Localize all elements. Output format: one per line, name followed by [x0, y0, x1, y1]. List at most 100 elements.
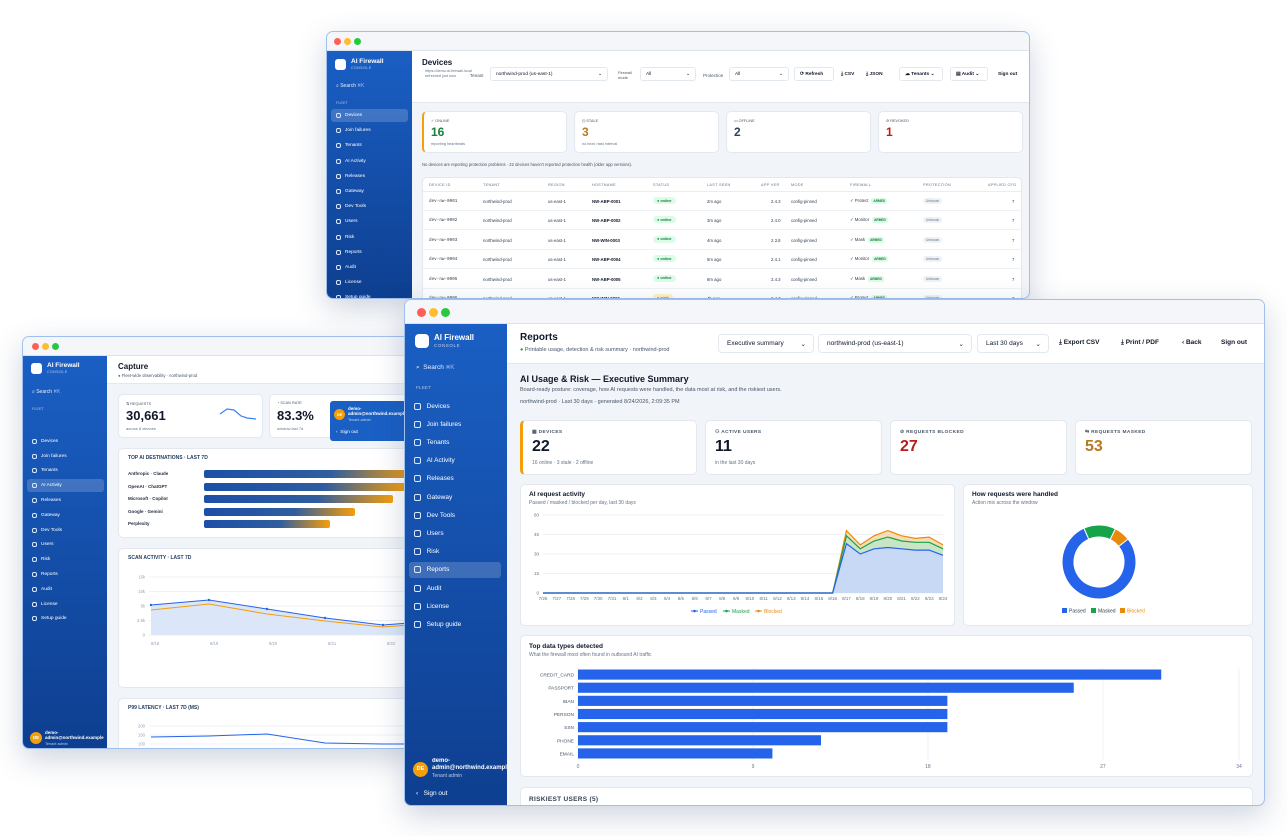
sidebar-item-join-failures[interactable]: Join failures: [27, 450, 104, 463]
sidebar-item-gateway[interactable]: Gateway: [331, 185, 408, 198]
sidebar-item-setup-guide[interactable]: Setup guide: [409, 616, 501, 632]
column-header[interactable]: DEVICE ID: [429, 183, 451, 187]
sidebar-item-reports[interactable]: Reports: [27, 568, 104, 581]
sidebar-item-risk[interactable]: Risk: [331, 231, 408, 244]
column-header[interactable]: FIREWALL: [850, 183, 871, 187]
search-button[interactable]: ⌕ Search ⌘K: [32, 389, 60, 395]
minimize-dot[interactable]: [42, 343, 49, 350]
close-dot[interactable]: [334, 38, 341, 45]
bar-ssn: [578, 722, 948, 733]
signout-link[interactable]: ‹ Sign out: [416, 790, 447, 797]
tenant-select[interactable]: northwind-prod (us-east-1) ⌄: [818, 334, 972, 353]
mode-select[interactable]: All ⌄: [640, 67, 696, 81]
table-cell: 7: [1012, 276, 1015, 282]
sidebar-item-dev-tools[interactable]: Dev Tools: [409, 507, 501, 523]
signout-button[interactable]: Sign out: [998, 72, 1017, 77]
sidebar-item-devices[interactable]: Devices: [331, 109, 408, 123]
sidebar-item-join-failures[interactable]: Join failures: [331, 124, 408, 137]
sidebar-item-license[interactable]: License: [27, 598, 104, 611]
csv-button[interactable]: ⤓ CSV: [839, 67, 861, 81]
column-header[interactable]: PROTECTION: [923, 183, 951, 187]
sidebar-item-gateway[interactable]: Gateway: [409, 489, 501, 505]
sidebar-item-devices[interactable]: Devices: [27, 435, 104, 448]
sidebar-item-ai-activity[interactable]: AI Activity: [331, 155, 408, 168]
audit-icon: [336, 265, 341, 271]
x-tick-label: 8/23: [925, 596, 934, 601]
table-row[interactable]: dev-nw-0001 northwind-prod us-east-1 NW-ABP…: [423, 192, 1021, 211]
sidebar-item-tenants[interactable]: Tenants: [27, 465, 104, 478]
handled-title: How requests were handled: [972, 491, 1058, 498]
sidebar-item-tenants[interactable]: Tenants: [409, 434, 501, 450]
sidebar-item-join-failures[interactable]: Join failures: [409, 416, 501, 432]
column-header[interactable]: APP VER: [761, 183, 780, 187]
sidebar-item-dev-tools[interactable]: Dev Tools: [331, 200, 408, 213]
maximize-dot[interactable]: [441, 308, 450, 317]
sidebar-item-users[interactable]: Users: [27, 539, 104, 552]
sidebar-item-audit[interactable]: Audit: [331, 261, 408, 274]
sidebar-item-releases[interactable]: Releases: [27, 494, 104, 507]
capture-header: Capture ● Fleet-wide observability · nor…: [107, 356, 414, 384]
sidebar-item-gateway[interactable]: Gateway: [27, 509, 104, 522]
sidebar-item-releases[interactable]: Releases: [331, 170, 408, 183]
maximize-dot[interactable]: [52, 343, 59, 350]
sidebar-item-dev-tools[interactable]: Dev Tools: [27, 524, 104, 537]
table-row[interactable]: dev-nw-0002 northwind-prod us-east-1 NW-ABP…: [423, 211, 1021, 231]
maximize-dot[interactable]: [354, 38, 361, 45]
sidebar-item-label: Dev Tools: [345, 204, 366, 210]
destination-label: Microsoft · Copilot: [128, 496, 168, 502]
sidebar-item-audit[interactable]: Audit: [27, 583, 104, 596]
category-label: IBAN: [563, 699, 575, 705]
sidebar-item-releases[interactable]: Releases: [409, 471, 501, 487]
audit-button[interactable]: ▤ Audit ⌄: [950, 67, 988, 81]
column-header[interactable]: STATUS: [653, 183, 669, 187]
table-row[interactable]: dev-nw-0005 northwind-prod us-east-1 NW-ABP…: [423, 270, 1021, 289]
search-button[interactable]: ⌕ Search ⌘K: [336, 83, 364, 89]
print-pdf-button[interactable]: ⤓ Print / PDF: [1121, 339, 1159, 347]
signout-link[interactable]: ‹ Sign out: [336, 430, 358, 435]
sidebar-item-license[interactable]: License: [409, 598, 501, 614]
sidebar-item-risk[interactable]: Risk: [409, 544, 501, 560]
sidebar-item-license[interactable]: License: [331, 276, 408, 289]
types-sub: What the firewall most often found in ou…: [529, 652, 652, 658]
sidebar-item-risk[interactable]: Risk: [27, 553, 104, 566]
search-button[interactable]: ⌕ Search ⌘K: [416, 364, 455, 372]
column-header[interactable]: TENANT: [483, 183, 500, 187]
column-header[interactable]: LAST SEEN: [707, 183, 731, 187]
close-dot[interactable]: [32, 343, 39, 350]
minimize-dot[interactable]: [344, 38, 351, 45]
back-button[interactable]: ‹ Back: [1182, 339, 1202, 346]
table-row[interactable]: dev-nw-0003 northwind-prod us-east-1 NW-WIN…: [423, 231, 1021, 250]
json-button[interactable]: ⤓ JSON: [864, 67, 890, 81]
sidebar-item-ai-activity[interactable]: AI Activity: [27, 479, 104, 493]
sidebar-item-tenants[interactable]: Tenants: [331, 139, 408, 152]
sidebar-item-reports[interactable]: Reports: [409, 561, 501, 578]
close-dot[interactable]: [417, 308, 426, 317]
signout-button[interactable]: Sign out: [1221, 339, 1247, 346]
scan-sub: window last 7d: [277, 426, 304, 431]
protection-select[interactable]: All ⌄: [729, 67, 789, 81]
sidebar-item-setup-guide[interactable]: Setup guide: [331, 291, 408, 298]
tenant-select[interactable]: northwind-prod (us-east-1) ⌄: [490, 67, 608, 81]
sidebar-item-setup-guide[interactable]: Setup guide: [27, 613, 104, 626]
export-csv-button[interactable]: ⤓ Export CSV: [1059, 339, 1099, 347]
column-header[interactable]: HOSTNAME: [592, 183, 616, 187]
table-row[interactable]: dev-nw-0004 northwind-prod us-east-1 NW-ABP…: [423, 250, 1021, 270]
sidebar-item-devices[interactable]: Devices: [409, 398, 501, 414]
range-select[interactable]: Last 30 days ⌄: [977, 334, 1049, 353]
column-header[interactable]: MODE: [791, 183, 804, 187]
firewall-cell: ✓ Protect ARMED: [850, 198, 888, 204]
sidebar-item-audit[interactable]: Audit: [409, 580, 501, 596]
sidebar-item-reports[interactable]: Reports: [331, 246, 408, 259]
summary-select[interactable]: Executive summary ⌄: [718, 334, 814, 353]
tenants-button[interactable]: ☁ Tenants ⌄: [899, 67, 943, 81]
sidebar-item-ai-activity[interactable]: AI Activity: [409, 453, 501, 469]
refresh-button[interactable]: ⟳ Refresh: [794, 67, 834, 81]
column-header[interactable]: APPLIED CFG: [988, 183, 1016, 187]
table-row[interactable]: dev-nw-0006 northwind-prod us-east-1 NW-WIN…: [423, 289, 1021, 298]
legend-swatch: [1091, 608, 1096, 613]
stat-card-online: ✓ ONLINE 16 reporting heartbeats: [422, 111, 567, 153]
column-header[interactable]: REGION: [548, 183, 565, 187]
sidebar-item-users[interactable]: Users: [331, 215, 408, 228]
sidebar-item-users[interactable]: Users: [409, 525, 501, 541]
minimize-dot[interactable]: [429, 308, 438, 317]
